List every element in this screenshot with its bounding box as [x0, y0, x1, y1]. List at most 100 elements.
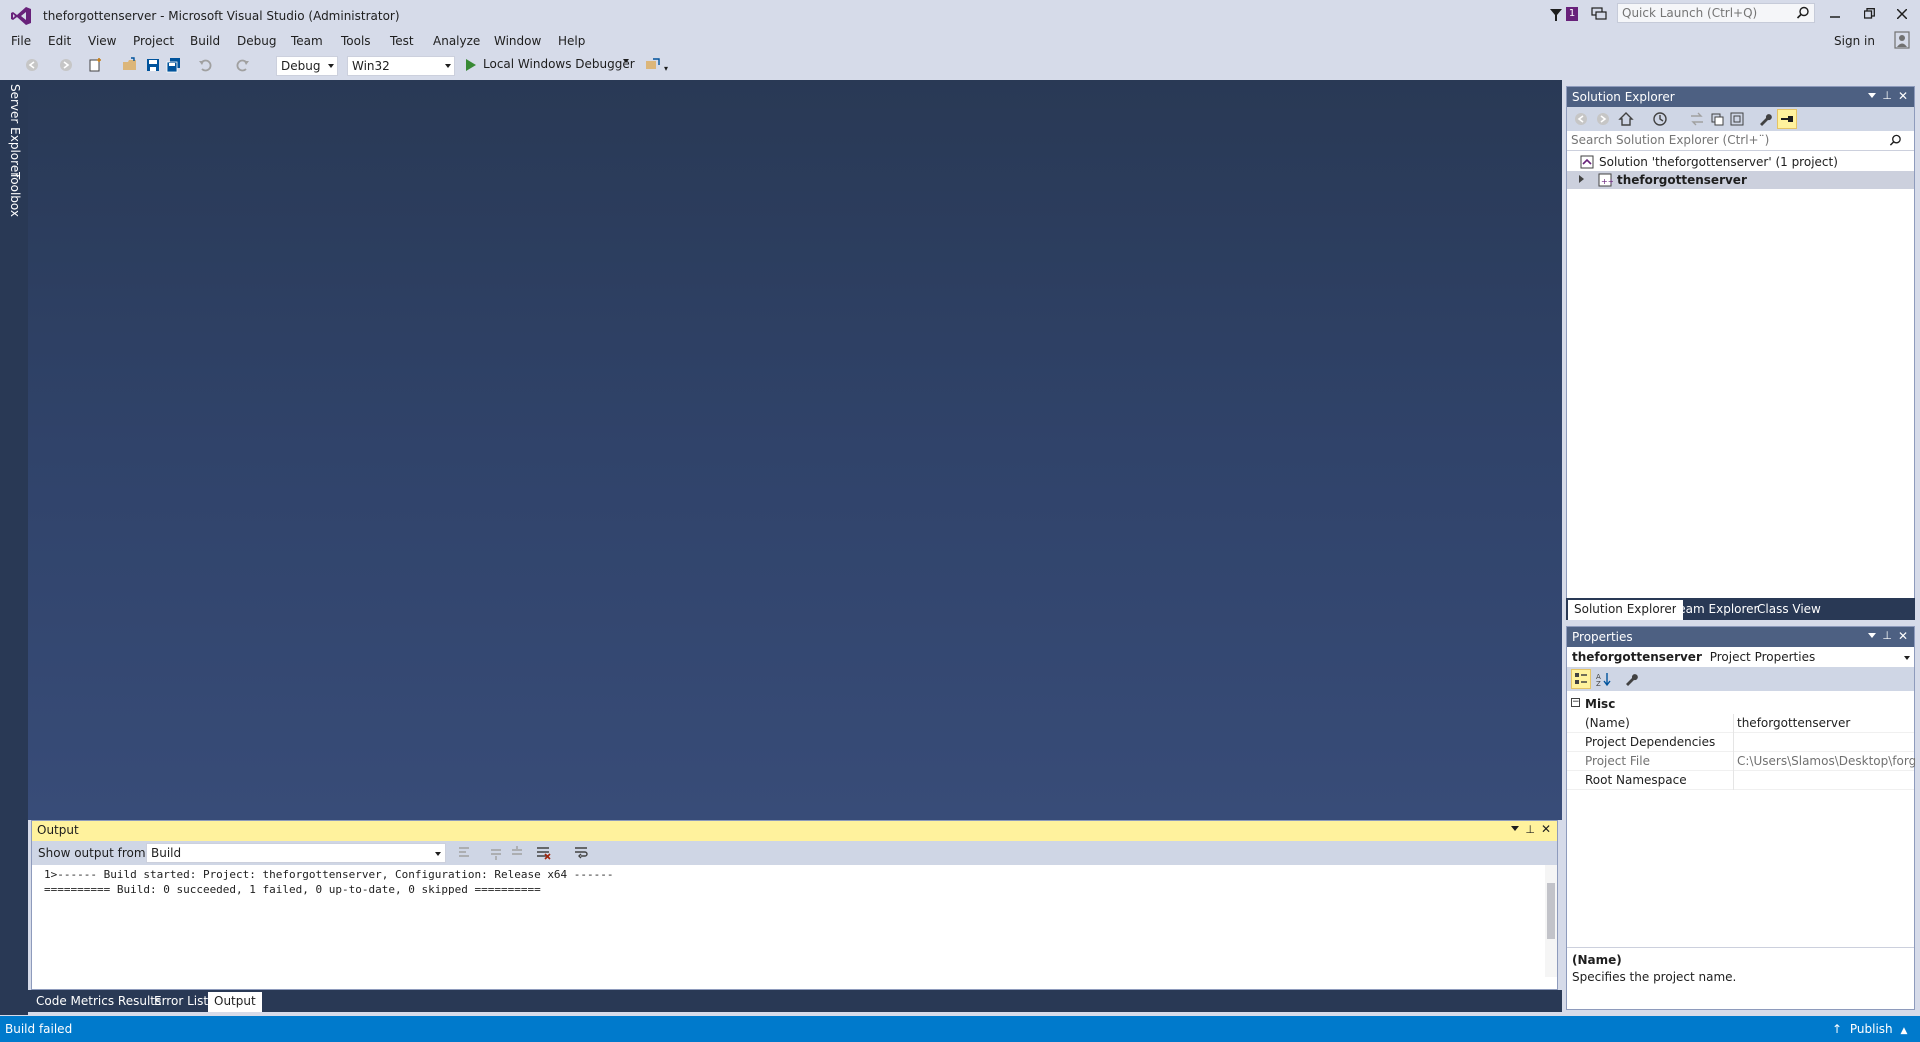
tab-team-explorer[interactable]: Team Explorer — [1667, 600, 1765, 620]
toggle-word-wrap-icon[interactable] — [573, 845, 589, 861]
restore-button[interactable] — [1854, 4, 1884, 26]
forward-icon[interactable] — [1595, 111, 1611, 127]
property-name: (Name) — [1585, 716, 1630, 730]
chevron-down-icon — [1904, 656, 1910, 660]
sync-with-active-document-icon[interactable] — [1689, 111, 1705, 127]
start-debugger-button[interactable]: Local Windows Debugger — [483, 57, 635, 71]
navigate-forward-icon[interactable] — [58, 57, 74, 73]
menu-edit[interactable]: Edit — [48, 34, 71, 48]
browser-link-icon[interactable] — [645, 57, 661, 73]
category-label: Misc — [1585, 697, 1616, 711]
property-divider — [1733, 752, 1734, 771]
expand-arrow-icon[interactable] — [1579, 175, 1584, 183]
tab-class-view[interactable]: Class View — [1751, 600, 1827, 620]
refresh-icon[interactable] — [1709, 111, 1725, 127]
menu-test[interactable]: Test — [390, 34, 414, 48]
tab-output[interactable]: Output — [208, 992, 262, 1012]
feedback-icon[interactable] — [1590, 5, 1608, 23]
search-icon[interactable] — [1796, 6, 1810, 20]
menu-build[interactable]: Build — [190, 34, 220, 48]
output-source-dropdown[interactable]: Build — [146, 843, 446, 863]
menu-help[interactable]: Help — [558, 34, 585, 48]
menu-debug[interactable]: Debug — [237, 34, 276, 48]
navigate-back-icon[interactable] — [24, 57, 40, 73]
pin-icon[interactable]: ⊥ — [1525, 823, 1535, 836]
preview-selected-items-button[interactable] — [1777, 109, 1797, 129]
back-icon[interactable] — [1573, 111, 1589, 127]
properties-object-name: theforgottenserver — [1572, 650, 1702, 664]
next-message-icon[interactable] — [509, 845, 525, 861]
solution-explorer-search-input[interactable] — [1567, 131, 1867, 149]
save-all-icon[interactable] — [166, 57, 182, 73]
menu-tools[interactable]: Tools — [341, 34, 371, 48]
sign-in-link[interactable]: Sign in — [1834, 34, 1875, 48]
server-explorer-tab[interactable]: Server Explorer — [8, 84, 22, 177]
close-icon[interactable]: ✕ — [1898, 89, 1908, 103]
property-row-root-namespace[interactable]: Root Namespace — [1567, 771, 1914, 790]
platform-dropdown[interactable]: Win32 — [347, 56, 455, 76]
home-icon[interactable] — [1618, 111, 1634, 127]
category-misc[interactable]: − Misc — [1567, 695, 1914, 714]
open-file-icon[interactable] — [122, 57, 138, 73]
close-button[interactable] — [1887, 4, 1917, 26]
properties-wrench-icon[interactable] — [1757, 111, 1773, 127]
output-vertical-scrollbar[interactable] — [1545, 865, 1557, 977]
properties-header: Properties ⊥ ✕ — [1567, 627, 1914, 647]
window-position-icon[interactable] — [1511, 826, 1519, 831]
new-project-icon[interactable] — [88, 57, 104, 73]
close-icon[interactable]: ✕ — [1898, 629, 1908, 643]
window-position-icon[interactable] — [1868, 93, 1876, 98]
alphabetical-icon[interactable]: AZ — [1595, 671, 1611, 687]
previous-message-icon[interactable] — [488, 845, 504, 861]
start-debugging-icon[interactable] — [463, 57, 479, 73]
property-row-project-file[interactable]: Project File C:\Users\Slamos\Desktop\for… — [1567, 752, 1915, 771]
properties-object-selector[interactable]: theforgottenserver Project Properties — [1567, 647, 1914, 667]
property-value[interactable]: theforgottenserver — [1737, 716, 1915, 730]
search-icon[interactable] — [1889, 134, 1902, 147]
undo-icon[interactable] — [198, 57, 214, 73]
account-icon[interactable] — [1894, 31, 1910, 49]
menu-window[interactable]: Window — [494, 34, 541, 48]
quick-launch-box[interactable] — [1617, 3, 1815, 23]
property-pages-wrench-icon[interactable] — [1623, 671, 1639, 687]
window-position-icon[interactable] — [1868, 633, 1876, 638]
property-row-name[interactable]: (Name) theforgottenserver — [1567, 714, 1914, 733]
categorized-button[interactable] — [1571, 669, 1591, 689]
output-toolbar: Show output from: Build — [32, 841, 1557, 865]
collapse-category-icon[interactable]: − — [1571, 698, 1580, 707]
property-name: Root Namespace — [1585, 773, 1687, 787]
menu-file[interactable]: File — [11, 34, 31, 48]
clear-all-icon[interactable] — [535, 845, 551, 861]
property-value[interactable]: C:\Users\Slamos\Desktop\forgot — [1737, 754, 1915, 768]
tree-item-solution[interactable]: Solution 'theforgottenserver' (1 project… — [1567, 153, 1914, 171]
menu-project[interactable]: Project — [133, 34, 174, 48]
pin-icon[interactable]: ⊥ — [1882, 629, 1892, 642]
tab-solution-explorer[interactable]: Solution Explorer — [1568, 600, 1683, 620]
menu-analyze[interactable]: Analyze — [433, 34, 480, 48]
collapse-all-icon[interactable] — [1729, 111, 1745, 127]
notification-count-badge[interactable]: 1 — [1566, 7, 1578, 21]
pending-changes-filter-icon[interactable] — [1652, 111, 1668, 127]
configuration-dropdown[interactable]: Debug — [276, 56, 338, 76]
tab-error-list[interactable]: Error List — [148, 992, 214, 1012]
close-icon[interactable]: ✕ — [1541, 822, 1551, 836]
toolbox-tab[interactable]: Toolbox — [8, 172, 22, 217]
redo-icon[interactable] — [234, 57, 250, 73]
toolbar-overflow-icon[interactable]: ▾ — [664, 64, 668, 73]
quick-launch-input[interactable] — [1618, 4, 1788, 22]
tab-code-metrics-results[interactable]: Code Metrics Results — [30, 992, 167, 1012]
output-text[interactable]: 1>------ Build started: Project: theforg… — [32, 865, 1557, 899]
publish-button[interactable]: ↑ Publish ▲ — [1832, 1022, 1907, 1036]
solution-explorer-header: Solution Explorer ⊥ ✕ — [1567, 87, 1914, 107]
scrollbar-thumb[interactable] — [1547, 883, 1555, 939]
tree-item-project[interactable]: ++ theforgottenserver — [1567, 171, 1914, 189]
menu-team[interactable]: Team — [291, 34, 323, 48]
find-message-icon[interactable] — [456, 845, 472, 861]
menu-view[interactable]: View — [88, 34, 116, 48]
pin-icon[interactable]: ⊥ — [1882, 89, 1892, 102]
solution-explorer-search[interactable] — [1567, 131, 1914, 151]
minimize-button[interactable] — [1820, 4, 1850, 26]
debugger-dropdown-icon[interactable] — [623, 59, 629, 63]
property-row-project-dependencies[interactable]: Project Dependencies — [1567, 733, 1914, 752]
save-icon[interactable] — [145, 57, 161, 73]
